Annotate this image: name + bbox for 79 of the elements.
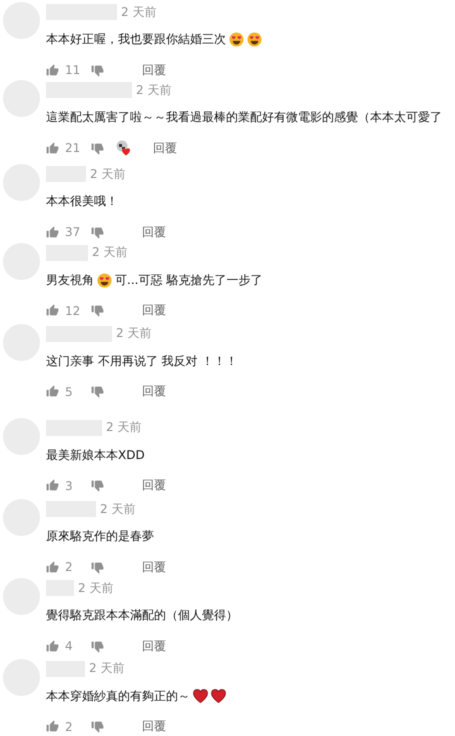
like-button[interactable] <box>46 720 59 734</box>
reply-button[interactable]: 回覆 <box>142 718 166 736</box>
comment-text: 这门亲事 不用再说了 我反对 ！！！ <box>46 352 238 370</box>
dislike-button[interactable] <box>91 304 104 318</box>
thumbs-down-icon <box>91 479 104 492</box>
reply-button[interactable]: 回覆 <box>153 140 177 156</box>
like-button[interactable] <box>46 560 59 574</box>
like-button[interactable] <box>46 142 59 154</box>
comment-time: 2 天前 <box>90 166 126 183</box>
heart-eyes-emoji-icon <box>229 32 244 47</box>
like-count: 11 <box>65 63 82 77</box>
like-count: 12 <box>65 304 82 318</box>
thumbs-up-icon <box>46 720 59 734</box>
thumbs-down-icon <box>91 560 104 574</box>
dislike-button[interactable] <box>91 226 104 239</box>
like-count: 4 <box>65 639 74 654</box>
reply-button[interactable]: 回覆 <box>142 558 166 576</box>
dislike-button[interactable] <box>91 64 104 76</box>
reply-button[interactable]: 回覆 <box>142 477 166 494</box>
comment-text: 原來駱克作的是春夢 <box>46 528 154 546</box>
like-button[interactable] <box>46 64 59 76</box>
thumbs-down-icon <box>91 142 104 154</box>
thumbs-down-icon <box>91 720 104 734</box>
like-count: 37 <box>65 225 82 240</box>
thumbs-up-icon <box>46 640 59 653</box>
comment-time: 2 天前 <box>78 580 114 597</box>
thumbs-up-icon <box>46 142 59 154</box>
thumbs-down-icon <box>91 304 104 318</box>
like-count: 2 <box>65 720 74 734</box>
comment-text: 本本穿婚紗真的有夠正的～ <box>46 688 190 705</box>
dislike-button[interactable] <box>91 560 104 574</box>
reply-button[interactable]: 回覆 <box>142 224 166 241</box>
comment-time: 2 天前 <box>116 325 152 342</box>
comment-text: 男友視角 <box>46 272 94 289</box>
comment-time: 2 天前 <box>92 244 128 262</box>
thumbs-down-icon <box>91 640 104 653</box>
like-button[interactable] <box>46 226 59 239</box>
comment-time: 2 天前 <box>136 82 172 98</box>
dislike-button[interactable] <box>91 640 104 653</box>
like-count: 5 <box>65 384 74 399</box>
heart-eyes-emoji-icon <box>247 32 262 47</box>
heart-emoji-icon <box>193 689 208 704</box>
reply-button[interactable]: 回覆 <box>142 302 166 320</box>
comment-time: 2 天前 <box>100 500 136 518</box>
like-count: 3 <box>65 478 74 493</box>
comment-time: 2 天前 <box>106 419 142 436</box>
like-button[interactable] <box>46 385 59 398</box>
comment-text: 這業配太厲害了啦～～我看過最棒的業配好有微電影的感覺（本本太可愛了 <box>46 109 442 126</box>
thumbs-down-icon <box>91 226 104 239</box>
thumbs-down-icon <box>91 64 104 76</box>
like-count: 21 <box>65 141 82 155</box>
like-button[interactable] <box>46 640 59 653</box>
reply-button[interactable]: 回覆 <box>142 638 166 655</box>
thumbs-down-icon <box>91 385 104 398</box>
reply-button[interactable]: 回覆 <box>142 62 166 78</box>
dislike-button[interactable] <box>91 385 104 398</box>
thumbs-up-icon <box>46 385 59 398</box>
reply-button[interactable]: 回覆 <box>142 383 166 400</box>
comment-text: 本本很美哦！ <box>46 193 118 210</box>
thumbs-up-icon <box>46 479 59 492</box>
comment-time: 2 天前 <box>89 660 124 678</box>
like-button[interactable] <box>46 304 59 318</box>
like-button[interactable] <box>46 479 59 492</box>
thumbs-up-icon <box>46 560 59 574</box>
dislike-button[interactable] <box>91 479 104 492</box>
thumbs-up-icon <box>46 304 59 318</box>
creator-heart-badge-icon <box>116 140 131 156</box>
thumbs-up-icon <box>46 64 59 76</box>
comment-text: 可...可惡 駱克搶先了一步了 <box>115 272 262 289</box>
heart-eyes-emoji-icon <box>97 272 112 288</box>
heart-emoji-icon <box>211 689 226 704</box>
thumbs-up-icon <box>46 226 59 239</box>
comment-text: 最美新娘本本XDD <box>46 446 145 464</box>
comment-text: 覺得駱克跟本本滿配的（個人覺得） <box>46 607 238 624</box>
dislike-button[interactable] <box>91 142 104 154</box>
dislike-button[interactable] <box>91 720 104 734</box>
comment-text: 本本好正喔，我也要跟你結婚三次 <box>46 31 226 48</box>
like-count: 2 <box>65 560 74 574</box>
comment-time: 2 天前 <box>121 4 156 20</box>
